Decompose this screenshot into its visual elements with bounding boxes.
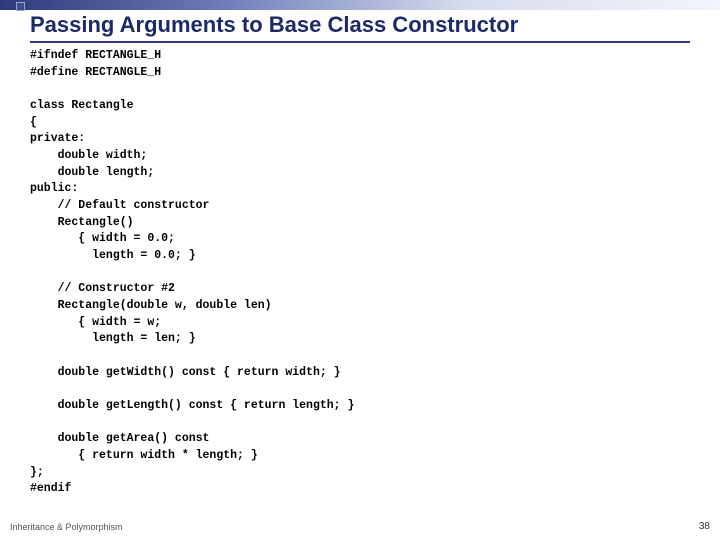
title-underline — [30, 41, 690, 43]
footer-topic: Inheritance & Polymorphism — [10, 522, 123, 532]
slide-number: 38 — [699, 521, 710, 532]
slide-top-bar — [0, 0, 720, 10]
bullet-square-icon — [16, 2, 25, 11]
code-block: #ifndef RECTANGLE_H #define RECTANGLE_H … — [30, 48, 354, 498]
slide-title: Passing Arguments to Base Class Construc… — [30, 12, 518, 38]
